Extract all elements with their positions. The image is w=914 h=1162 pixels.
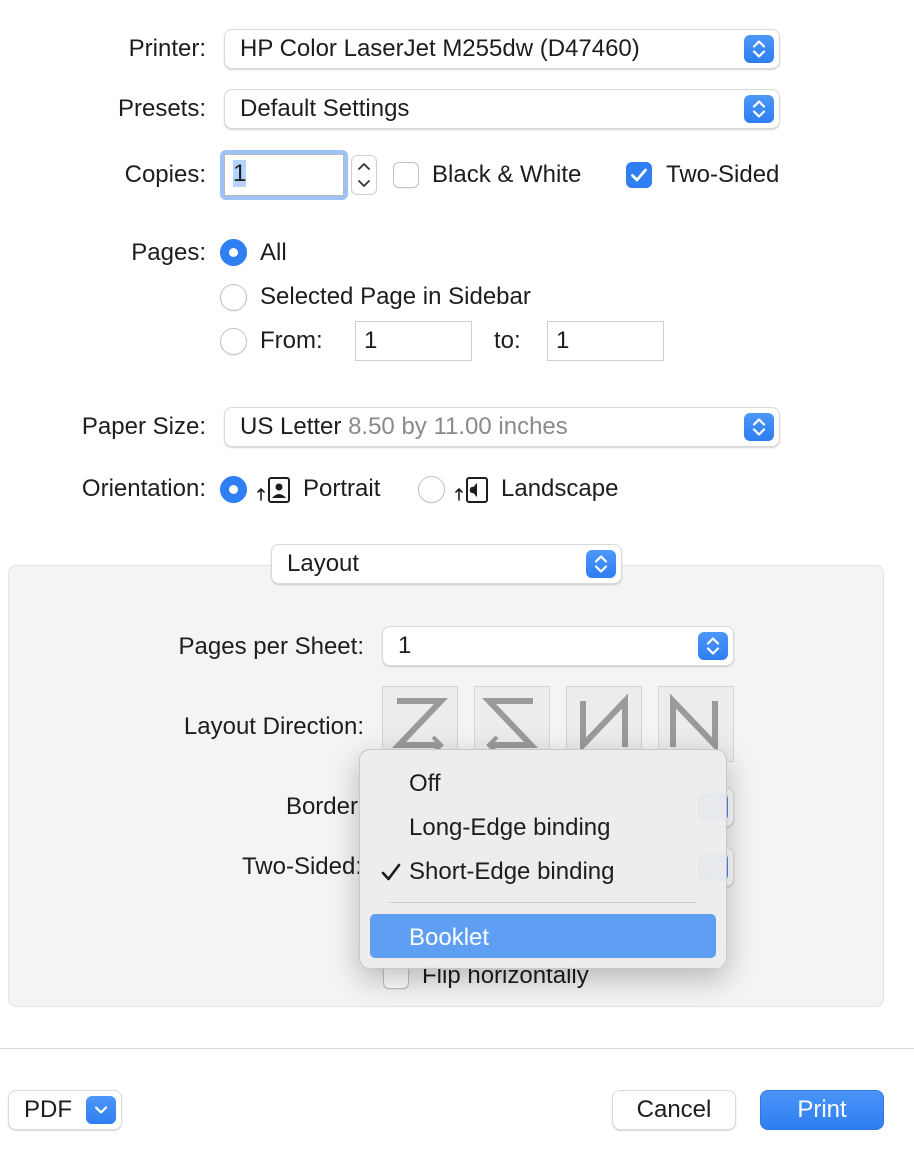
section-value: Layout [287,550,360,577]
two-sided-menu: Off Long-Edge binding Short-Edge binding… [359,749,727,969]
presets-popup[interactable]: Default Settings [224,89,780,129]
pdf-label: PDF [24,1096,72,1123]
paper-size-detail: 8.50 by 11.00 inches [348,413,568,440]
orientation-landscape-label: Landscape [501,475,619,502]
copies-label: Copies: [124,161,206,188]
pages-label: Pages: [131,239,206,266]
pages-per-sheet-popup[interactable]: 1 [382,626,734,666]
menu-item-short-edge[interactable]: Short-Edge binding [409,858,614,886]
two-sided-checkbox[interactable] [626,162,652,188]
printer-value: HP Color LaserJet M255dw (D47460) [240,35,640,62]
pages-selected-label: Selected Page in Sidebar [260,283,531,310]
menu-item-long-edge[interactable]: Long-Edge binding [409,814,611,842]
copies-stepper[interactable] [351,155,377,195]
landscape-icon [455,477,488,503]
presets-label: Presets: [117,95,206,122]
chevron-updown-icon [586,550,616,578]
two-sided-label: Two-Sided [666,161,780,188]
copies-input[interactable]: 1 [224,154,344,196]
pages-to-value: 1 [556,327,570,354]
copies-value: 1 [233,160,247,187]
stepper-arrows-icon [358,163,370,187]
printer-label: Printer: [128,35,206,62]
pages-all-label: All [260,239,287,266]
pages-from-value: 1 [364,327,378,354]
section-popup[interactable]: Layout [271,544,622,584]
pages-to-input[interactable]: 1 [547,321,664,361]
pages-all-radio[interactable] [220,239,247,266]
chevron-updown-icon [744,95,774,123]
print-button[interactable]: Print [760,1090,884,1130]
chevron-updown-icon [744,413,774,441]
black-white-label: Black & White [432,161,582,188]
pages-to-label: to: [494,327,521,354]
menu-item-off[interactable]: Off [409,770,441,798]
chevron-updown-icon [744,35,774,63]
paper-size-label: Paper Size: [81,413,206,440]
menu-separator [389,902,697,903]
paper-size-value: US Letter [240,413,342,440]
checkmark-icon [631,168,647,182]
orientation-portrait-radio[interactable] [220,476,247,503]
pages-per-sheet-label: Pages per Sheet: [178,633,364,660]
printer-popup[interactable]: HP Color LaserJet M255dw (D47460) [224,29,780,69]
portrait-icon [257,477,290,503]
presets-value: Default Settings [240,95,410,122]
orientation-landscape-radio[interactable] [418,476,445,503]
pages-from-radio[interactable] [220,328,247,355]
pages-from-label: From: [260,327,323,354]
pdf-button[interactable]: PDF [8,1090,122,1130]
black-white-checkbox[interactable] [393,162,419,188]
checkmark-icon [381,863,401,881]
footer-divider [0,1048,914,1049]
layout-direction-label: Layout Direction: [183,713,364,740]
pages-from-input[interactable]: 1 [355,321,472,361]
orientation-label: Orientation: [81,475,206,502]
paper-size-popup[interactable]: US Letter 8.50 by 11.00 inches [224,407,780,447]
two-sided-layout-label: Two-Sided: [241,853,362,880]
chevron-down-icon [86,1096,116,1124]
chevron-updown-icon [698,632,728,660]
menu-item-booklet[interactable]: Booklet [409,924,489,952]
border-label: Border [285,793,358,820]
cancel-button[interactable]: Cancel [612,1090,736,1130]
orientation-portrait-label: Portrait [303,475,381,502]
pages-per-sheet-value: 1 [398,632,412,659]
pages-selected-radio[interactable] [220,284,247,311]
